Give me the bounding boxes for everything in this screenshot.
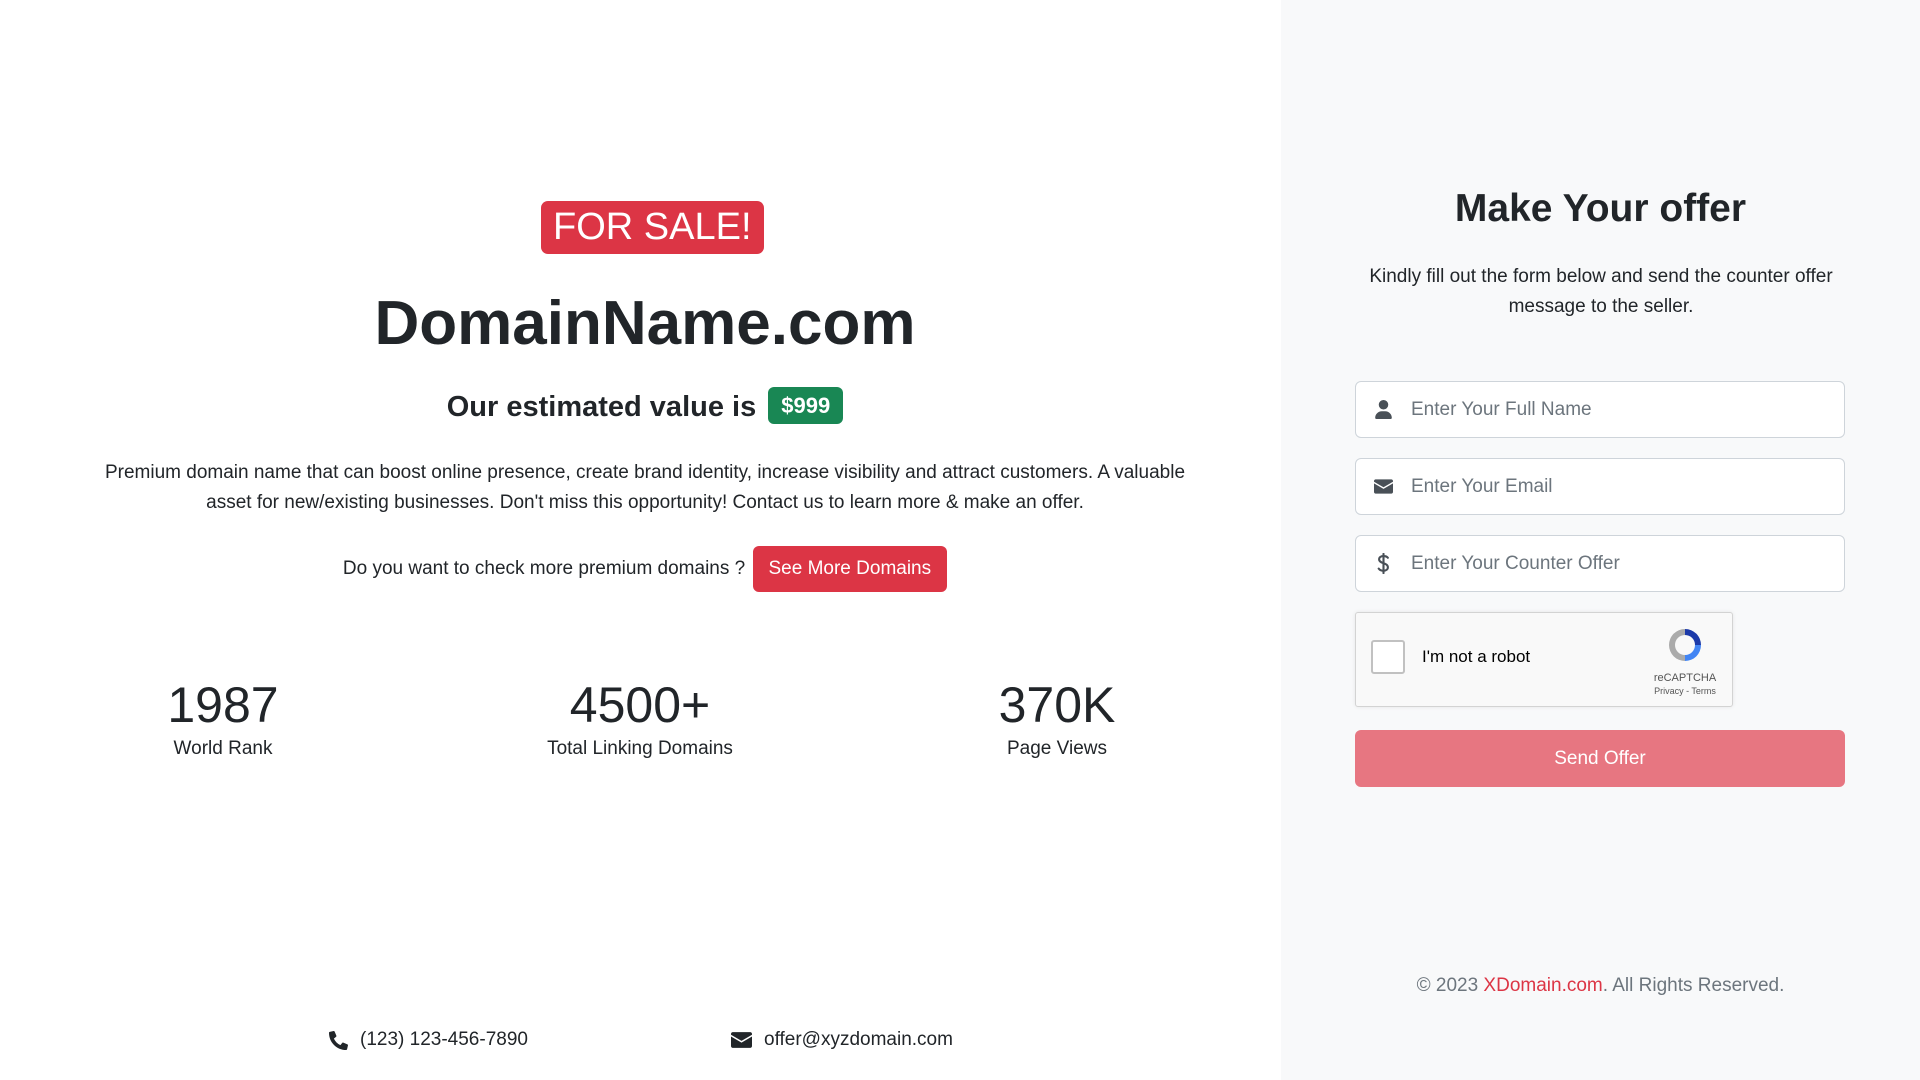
send-offer-button[interactable]: Send Offer (1355, 730, 1845, 787)
contact-email[interactable]: offer@xyzdomain.com (731, 1026, 953, 1054)
offer-subtitle: Kindly fill out the form below and send … (1369, 266, 1833, 317)
phone-number: (123) 123-456-7890 (360, 1029, 528, 1050)
full-name-input[interactable] (1411, 382, 1844, 437)
recaptcha-brand: reCAPTCHA (1653, 672, 1717, 684)
counter-offer-input[interactable] (1411, 536, 1844, 591)
more-domains-question: Do you want to check more premium domain… (342, 558, 746, 580)
stat-linking-domains: 4500+ Total Linking Domains (480, 673, 800, 761)
envelope-icon (1356, 479, 1411, 494)
offer-title: Make Your offer (1454, 187, 1747, 230)
domain-title: DomainName.com (374, 289, 916, 358)
email-field[interactable] (1355, 458, 1845, 515)
stat-label: Page Views (1007, 738, 1107, 759)
stat-value: 1987 (167, 677, 279, 733)
phone-icon (329, 1030, 348, 1050)
contact-phone[interactable]: (123) 123-456-7890 (329, 1026, 528, 1054)
recaptcha-links[interactable]: Privacy - Terms (1650, 686, 1720, 696)
dollar-icon (1356, 553, 1411, 574)
left-panel (0, 0, 1281, 1080)
recaptcha-logo: reCAPTCHA Privacy - Terms (1650, 625, 1720, 696)
recaptcha-label: I'm not a robot (1422, 647, 1531, 666)
copyright-prefix: © 2023 (1416, 975, 1479, 996)
recaptcha-checkbox[interactable] (1371, 640, 1405, 674)
copyright-suffix: . All Rights Reserved. (1602, 975, 1785, 996)
stat-page-views: 370K Page Views (897, 673, 1217, 761)
stat-value: 4500+ (569, 677, 711, 733)
estimated-value: Our estimated value is $999 (0, 386, 1290, 427)
stat-label: World Rank (173, 738, 273, 759)
more-domains-row: Do you want to check more premium domain… (0, 546, 1290, 592)
recaptcha-icon (1669, 629, 1701, 661)
recaptcha-widget: I'm not a robot reCAPTCHA Privacy - Term… (1355, 612, 1733, 707)
email-address: offer@xyzdomain.com (764, 1029, 953, 1050)
copyright: © 2023 XDomain.com. All Rights Reserved. (1281, 973, 1920, 999)
for-sale-badge: FOR SALE! (541, 201, 764, 254)
envelope-icon (731, 1032, 752, 1048)
email-input[interactable] (1411, 459, 1844, 514)
stat-label: Total Linking Domains (547, 738, 733, 759)
brand-link[interactable]: XDomain.com (1483, 975, 1602, 996)
price-badge: $999 (768, 386, 844, 424)
stat-world-rank: 1987 World Rank (63, 673, 383, 761)
domain-description: Premium domain name that can boost onlin… (104, 462, 1186, 513)
counter-offer-field[interactable] (1355, 535, 1845, 592)
see-more-domains-button[interactable]: See More Domains (752, 546, 948, 592)
stat-value: 370K (998, 677, 1116, 733)
estimate-label: Our estimated value is (446, 391, 757, 423)
full-name-field[interactable] (1355, 381, 1845, 438)
user-icon (1356, 400, 1411, 419)
